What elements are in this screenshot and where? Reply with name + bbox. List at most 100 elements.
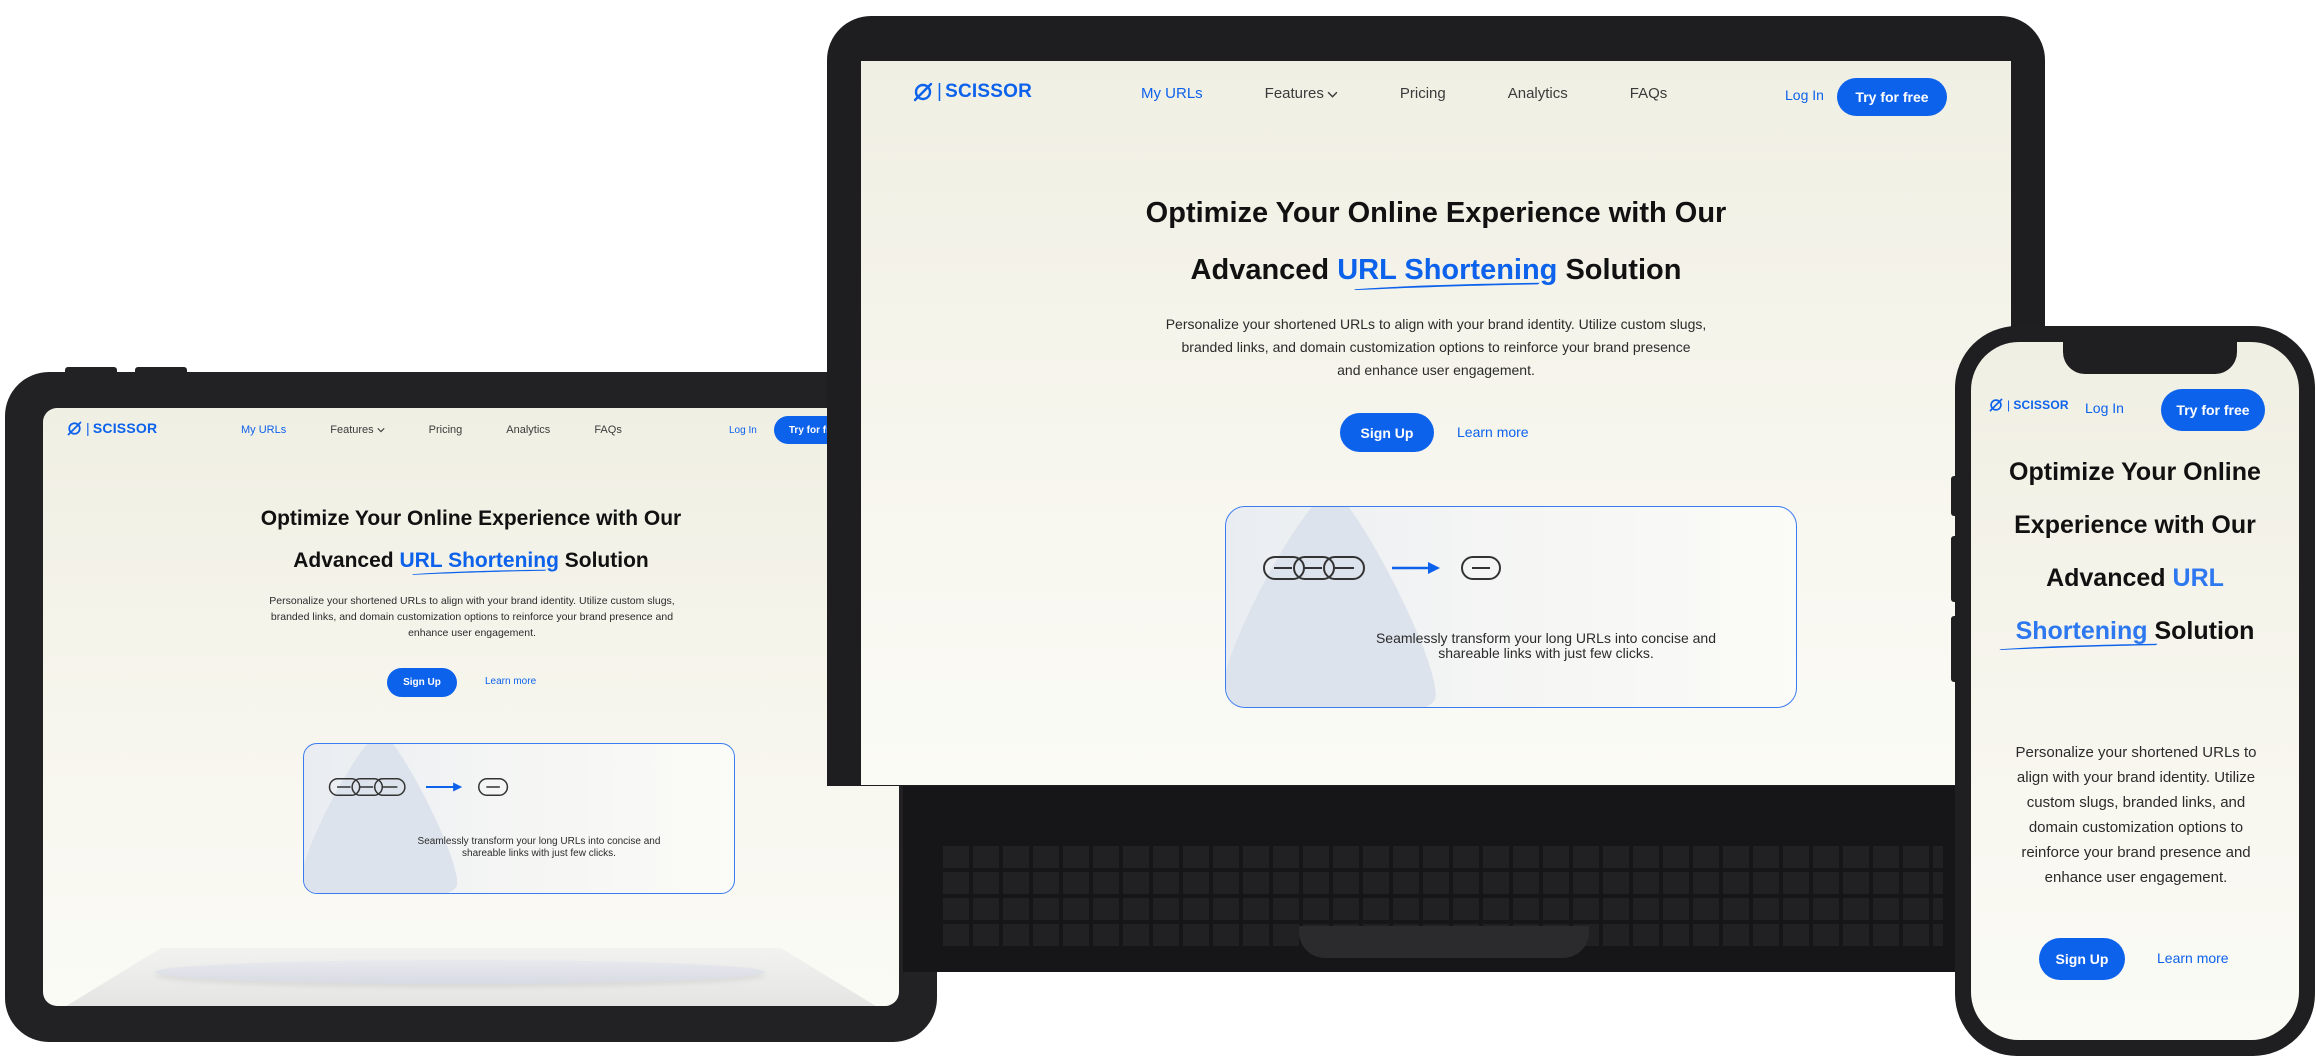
hero-highlight: URL Shortening — [399, 549, 559, 575]
login-link[interactable]: Log In — [729, 425, 757, 436]
chevron-down-icon — [1327, 91, 1338, 98]
nav-features-label: Features — [1264, 85, 1324, 102]
feature-card: Seamlessly transform your long URLs into… — [303, 743, 735, 894]
phone-notch — [2063, 342, 2237, 374]
hero-description-line: and enhance user engagement. — [1337, 362, 1535, 378]
laptop-website: | SCISSOR My URLs Features Pricing Analy… — [861, 61, 2011, 785]
chain-link-icon — [328, 777, 509, 797]
phone-volume-up-button — [1951, 536, 1956, 602]
hero-line-3-pre: Advanced — [2046, 564, 2166, 592]
hero-line-2: Advanced URL Shortening Solution — [43, 540, 899, 582]
try-for-free-button[interactable]: Try for free — [1837, 78, 1947, 116]
scissor-logo-icon — [67, 421, 82, 435]
hero-line-1: Optimize Your Online — [2009, 458, 2261, 486]
nav-faqs[interactable]: FAQs — [594, 424, 622, 436]
arrow-right-icon — [426, 782, 463, 792]
nav-analytics[interactable]: Analytics — [506, 424, 550, 436]
try-for-free-button[interactable]: Try for free — [2161, 389, 2265, 431]
nav-my-urls[interactable]: My URLs — [1141, 85, 1203, 102]
brand-name: SCISSOR — [92, 420, 158, 436]
tablet-website: | SCISSOR My URLs Features Pricing Analy… — [43, 408, 899, 1006]
hero-line-1: Optimize Your Online Experience with Our — [260, 507, 682, 530]
hero-line-4: Shortening Solution — [1971, 605, 2299, 658]
hero-line-3: Advanced URL — [1971, 552, 2299, 605]
hero-line-2-post: Solution — [564, 549, 649, 572]
scissor-logo-icon — [913, 82, 933, 102]
logo-separator: | — [86, 420, 90, 436]
phone-device: | SCISSOR Log In Try for free Optimize Y… — [1951, 326, 2315, 1056]
hero-line-2: Advanced URL Shortening Solution — [861, 242, 2011, 299]
nav-pricing[interactable]: Pricing — [429, 424, 463, 436]
hero-line-2-pre: Advanced — [293, 549, 394, 572]
underline-swoosh-icon — [1999, 643, 2158, 651]
hero-heading: Optimize Your Online Experience with Our… — [861, 185, 2011, 299]
short-link-icon — [478, 777, 509, 797]
hero-line-2-pre: Advanced — [1190, 254, 1330, 286]
hero-highlight-part-2: Shortening — [1999, 617, 2158, 651]
feature-caption: Seamlessly transform your long URLs into… — [1326, 631, 1766, 661]
nav-faqs[interactable]: FAQs — [1630, 85, 1668, 102]
tablet-power-button — [135, 367, 187, 373]
hero-description-line: branded links, and domain customization … — [1181, 339, 1691, 355]
laptop-device: | SCISSOR My URLs Features Pricing Analy… — [827, 16, 2045, 786]
brand-logo[interactable]: | SCISSOR — [1989, 398, 2069, 412]
short-link-icon — [1461, 556, 1501, 580]
tablet-volume-button — [65, 367, 117, 373]
logo-separator: | — [2007, 398, 2011, 412]
phone-screen: | SCISSOR Log In Try for free Optimize Y… — [1971, 342, 2299, 1040]
hero-description: Personalize your shortened URLs to align… — [233, 593, 711, 641]
laptop-screen: | SCISSOR My URLs Features Pricing Analy… — [861, 61, 2011, 785]
learn-more-link[interactable]: Learn more — [485, 676, 536, 687]
sign-up-button[interactable]: Sign Up — [1340, 413, 1434, 452]
phone-mute-button — [1951, 476, 1956, 516]
phone-volume-down-button — [1951, 616, 1956, 682]
arrow-right-icon — [1392, 562, 1440, 574]
brand-name: SCISSOR — [945, 81, 1033, 102]
hero-heading: Optimize Your Online Experience with Our… — [43, 498, 899, 582]
hero-description-line: branded links, and domain customization … — [270, 611, 674, 623]
underline-swoosh-icon — [1354, 282, 1541, 290]
hero-highlight: URL Shortening — [1337, 254, 1557, 290]
nav-my-urls[interactable]: My URLs — [241, 424, 286, 436]
chain-link-icon — [1263, 556, 1501, 580]
hero-heading: Optimize Your Online Experience with Our… — [1971, 446, 2299, 658]
nav-features[interactable]: Features — [330, 424, 385, 436]
nav-pricing[interactable]: Pricing — [1400, 85, 1446, 102]
sign-up-button[interactable]: Sign Up — [2039, 938, 2125, 980]
hero-line-4-post: Solution — [2154, 617, 2255, 645]
nav-features-label: Features — [330, 424, 374, 436]
decorative-blob — [304, 744, 457, 893]
hero-description-line: Personalize your shortened URLs to align… — [1165, 316, 1707, 332]
hero-description-line: Personalize your shortened URLs to — [2015, 744, 2257, 761]
main-nav: My URLs Features Pricing Analytics FAQs — [1141, 85, 1729, 102]
hero-description: Personalize your shortened URLs to align… — [1111, 313, 1761, 382]
login-link[interactable]: Log In — [2085, 400, 2124, 416]
learn-more-link[interactable]: Learn more — [2157, 950, 2229, 966]
learn-more-link[interactable]: Learn more — [1457, 424, 1529, 440]
nav-analytics[interactable]: Analytics — [1508, 85, 1568, 102]
login-link[interactable]: Log In — [1785, 87, 1824, 103]
pedestal-top-decoration — [155, 960, 765, 984]
laptop-keyboard-deck — [903, 786, 1983, 972]
nav-features[interactable]: Features — [1265, 85, 1338, 102]
feature-caption-line: Seamlessly transform your long URLs into… — [417, 836, 661, 847]
feature-caption-line: shareable links with just few clicks. — [462, 848, 616, 859]
underline-swoosh-icon — [411, 569, 547, 575]
feature-caption: Seamlessly transform your long URLs into… — [374, 836, 704, 860]
phone-website: | SCISSOR Log In Try for free Optimize Y… — [1971, 342, 2299, 1040]
feature-caption-line: Seamlessly transform your long URLs into… — [1375, 630, 1717, 646]
hero-line-2: Experience with Our — [2014, 511, 2256, 539]
hero-description-line: enhance user engagement. — [2044, 869, 2228, 886]
sign-up-button[interactable]: Sign Up — [387, 668, 457, 697]
hero-description-line: custom slugs, branded links, and — [2026, 794, 2246, 811]
hero-line-2-post: Solution — [1565, 254, 1682, 286]
feature-caption-line: shareable links with just few clicks. — [1438, 645, 1654, 661]
tablet-device: | SCISSOR My URLs Features Pricing Analy… — [5, 367, 937, 1042]
scissor-logo-icon — [1989, 398, 2003, 412]
tablet-screen: | SCISSOR My URLs Features Pricing Analy… — [43, 408, 899, 1006]
hero-description-line: reinforce your brand presence and — [2021, 844, 2251, 861]
brand-logo[interactable]: | SCISSOR — [67, 420, 157, 436]
decorative-blob — [1226, 507, 1436, 707]
hero-description-line: align with your brand identity. Utilize — [2016, 769, 2256, 786]
brand-logo[interactable]: | SCISSOR — [913, 81, 1032, 103]
